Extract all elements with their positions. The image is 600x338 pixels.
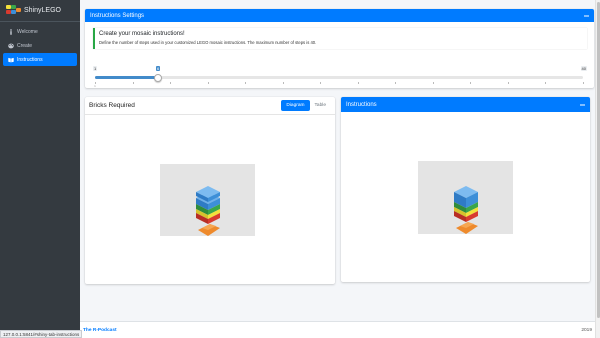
slider-min-label: 1 [93,66,98,71]
footer-link[interactable]: The R-Podcast [83,328,117,333]
steps-slider[interactable]: 1 6 40 1 [93,65,587,91]
slider-tick [245,82,247,84]
slider-tick [470,82,472,84]
slider-ticks: 1 [94,82,584,88]
slider-tick [207,82,209,84]
settings-card-header: Instructions Settings [85,9,594,22]
main-content: Instructions Settings Create your mosaic… [80,0,600,338]
slider-tick [170,82,172,84]
bricks-card-title: Bricks Required [89,102,135,109]
collapse-button[interactable] [579,102,585,108]
minus-icon [583,15,589,16]
bricks-tabs: Diagram Table [281,100,331,111]
info-icon [7,28,14,35]
sidebar-item-label: Instructions [17,56,43,63]
slider-tick [545,82,547,84]
callout-title: Create your mosaic instructions! [99,31,185,37]
callout-success: Create your mosaic instructions! Define … [93,28,587,49]
slider-tick-label: 1 [94,84,96,88]
lego-logo-icon [6,4,21,17]
status-bar-url: 127.0.0.1:5841/#shiny-tab-instructions [0,330,83,338]
slider-handle[interactable] [153,74,162,82]
callout-text: Define the number of steps used in your … [99,40,317,45]
instructions-card: Instructions [341,97,590,282]
slider-tick [583,82,584,84]
slider-fill [95,76,158,79]
instructions-card-header: Instructions [341,97,590,112]
tab-table[interactable]: Table [310,100,331,111]
instructions-card-title: Instructions [346,101,377,108]
settings-card-title: Instructions Settings [90,12,145,19]
sidebar-item-instructions[interactable]: Instructions [3,53,77,66]
sidebar-item-create[interactable]: Create [3,39,77,52]
bricks-required-card: Bricks Required Diagram Table [85,97,335,284]
instructions-step-image [418,161,513,234]
brand[interactable]: ShinyLEGO [0,0,80,22]
instructions-settings-card: Instructions Settings Create your mosaic… [85,9,594,88]
lego-stack-illustration [196,186,220,236]
minus-icon [579,104,585,105]
tab-diagram[interactable]: Diagram [281,100,310,111]
slider-max-label: 40 [580,66,587,71]
brand-name: ShinyLEGO [24,7,61,14]
sidebar: ShinyLEGO Welcome Create Instructions [0,0,80,338]
footer: The R-Podcast 2019 [80,321,600,338]
sidebar-item-label: Create [17,42,33,49]
bricks-diagram-image [160,164,255,236]
palette-icon [7,42,14,49]
slider-tick [432,82,434,84]
slider-tick [132,82,134,84]
slider-tick [507,82,509,84]
slider-track[interactable] [95,76,583,79]
slider-value-label: 6 [156,66,161,71]
page-scrollbar[interactable] [595,0,600,338]
book-icon [7,56,14,63]
sidebar-item-label: Welcome [17,28,38,35]
lego-stack-illustration [454,186,478,234]
bricks-card-header: Bricks Required Diagram Table [85,97,335,115]
slider-tick [320,82,322,84]
sidebar-nav: Welcome Create Instructions [0,22,80,66]
slider-tick [395,82,397,84]
slider-tick [282,82,284,84]
footer-year: 2019 [581,327,592,333]
collapse-button[interactable] [583,13,589,19]
slider-tick [357,82,359,84]
sidebar-item-welcome[interactable]: Welcome [3,25,77,38]
